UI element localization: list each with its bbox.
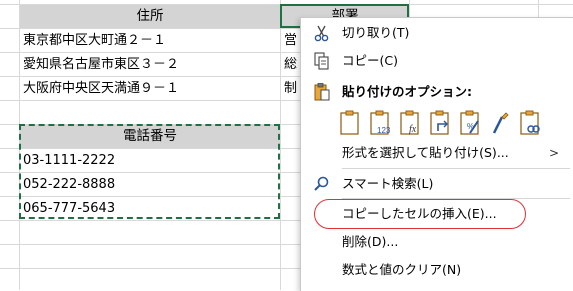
header-cell-address[interactable]: 住所 [20,5,280,28]
menu-item-label: コピー(C) [342,53,398,68]
address-cell[interactable]: 東京都中区大町通２－１ [23,29,279,52]
paste-link-icon[interactable] [518,109,542,137]
scissors-icon [312,23,332,43]
paste-icon[interactable] [338,109,362,137]
paste-formulas-glyph: fx [409,124,417,135]
menu-separator [342,168,570,169]
copy-marquee [19,124,280,219]
menu-item-label: 切り取り(T) [342,25,410,40]
paste-formatting-icon[interactable]: % [458,109,482,137]
address-cell[interactable]: 大阪府中央区天満通９－１ [23,77,279,100]
menu-item-label: 数式と値のクリア(N) [342,262,462,277]
smart-lookup-search-icon [312,174,332,194]
address-cell[interactable]: 愛知県名古屋市東区３－２ [23,53,279,76]
menu-item-label: 貼り付けのオプション: [342,84,472,99]
menu-item-paste-special[interactable]: 形式を選択して貼り付け(S)... > [301,141,573,165]
chevron-right-icon: > [549,146,560,160]
menu-item-paste-options: 貼り付けのオプション: [301,80,573,104]
menu-item-label: 削除(D)... [342,234,399,249]
paste-format-brush-icon[interactable] [488,109,512,137]
copy-icon [312,51,332,71]
paste-values-123-icon[interactable]: 123 [368,109,392,137]
paste-transpose-icon[interactable] [428,109,452,137]
menu-item-label: 形式を選択して貼り付け(S)... [342,145,509,160]
menu-item-cut[interactable]: 切り取り(T) [301,21,573,45]
paste-clipboard-icon [312,82,332,102]
column-divider [280,0,281,290]
paste-options-row: 123 fx % [338,109,568,139]
paste-values-glyph: 123 [377,126,391,135]
menu-item-copy[interactable]: コピー(C) [301,49,573,73]
menu-item-label: スマート検索(L) [342,176,434,191]
highlight-ellipse [314,199,526,229]
menu-item-smart-lookup[interactable]: スマート検索(L) [301,172,573,196]
context-menu: 切り取り(T) コピー(C) 貼り付けのオプション: 123 fx % 形式を選… [300,17,573,291]
menu-item-delete[interactable]: 削除(D)... [301,230,573,254]
menu-item-clear-contents[interactable]: 数式と値のクリア(N) [301,258,573,282]
paste-formulas-fx-icon[interactable]: fx [398,109,422,137]
